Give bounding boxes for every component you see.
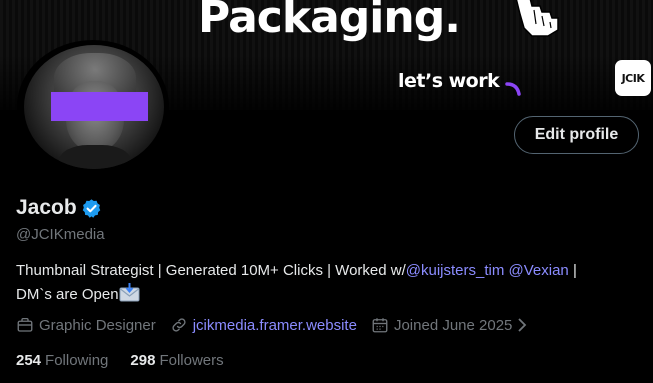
profile-meta: Graphic Designer jcikmedia.framer.websit…: [16, 316, 547, 334]
website-link[interactable]: jcikmedia.framer.website: [193, 317, 357, 334]
avatar-photo: [24, 45, 164, 169]
category-label: Graphic Designer: [39, 316, 156, 334]
bio-text: Thumbnail Strategist | Generated 10M+ Cl…: [16, 262, 406, 279]
joined-date: Joined June 2025: [393, 316, 513, 334]
bio: Thumbnail Strategist | Generated 10M+ Cl…: [16, 260, 646, 306]
banner-subline: let’s work: [398, 70, 500, 92]
bio-line-2: DM`s are Open: [16, 286, 119, 303]
following-count: 254: [16, 352, 42, 369]
briefcase-icon: [17, 317, 33, 332]
chevron-right-icon[interactable]: [516, 318, 528, 332]
banner-headline: Packaging.: [198, 0, 461, 43]
followers-count: 298: [130, 352, 156, 369]
calendar-icon: [372, 318, 388, 333]
verified-badge-icon[interactable]: [81, 198, 102, 219]
avatar[interactable]: [17, 40, 169, 173]
following-link[interactable]: 254 Following: [16, 352, 108, 369]
link-icon: [172, 318, 186, 332]
brand-logo: JCIK: [615, 60, 651, 96]
followers-link[interactable]: 298 Followers: [130, 352, 223, 369]
following-label: Following: [45, 352, 109, 369]
name-row: Jacob: [16, 196, 102, 220]
mention-link[interactable]: @Vexian: [509, 262, 569, 279]
avatar-censor-bar: [51, 92, 148, 121]
avatar-shirt: [59, 145, 131, 169]
mention-link[interactable]: @kuijsters_tim: [406, 262, 505, 279]
handle: @JCIKmedia: [16, 226, 105, 243]
envelope-arrow-icon: [119, 283, 140, 302]
pointer-hand-icon: [515, 0, 559, 37]
meta-website[interactable]: jcikmedia.framer.website: [170, 316, 357, 334]
display-name: Jacob: [16, 196, 77, 219]
followers-label: Followers: [159, 352, 224, 369]
meta-category: Graphic Designer: [16, 316, 156, 334]
edit-profile-button[interactable]: Edit profile: [514, 116, 639, 154]
swoosh-icon: [505, 82, 521, 96]
bio-text-end: |: [568, 262, 577, 279]
follow-stats: 254 Following 298 Followers: [16, 352, 246, 369]
meta-joined[interactable]: Joined June 2025: [371, 316, 533, 334]
